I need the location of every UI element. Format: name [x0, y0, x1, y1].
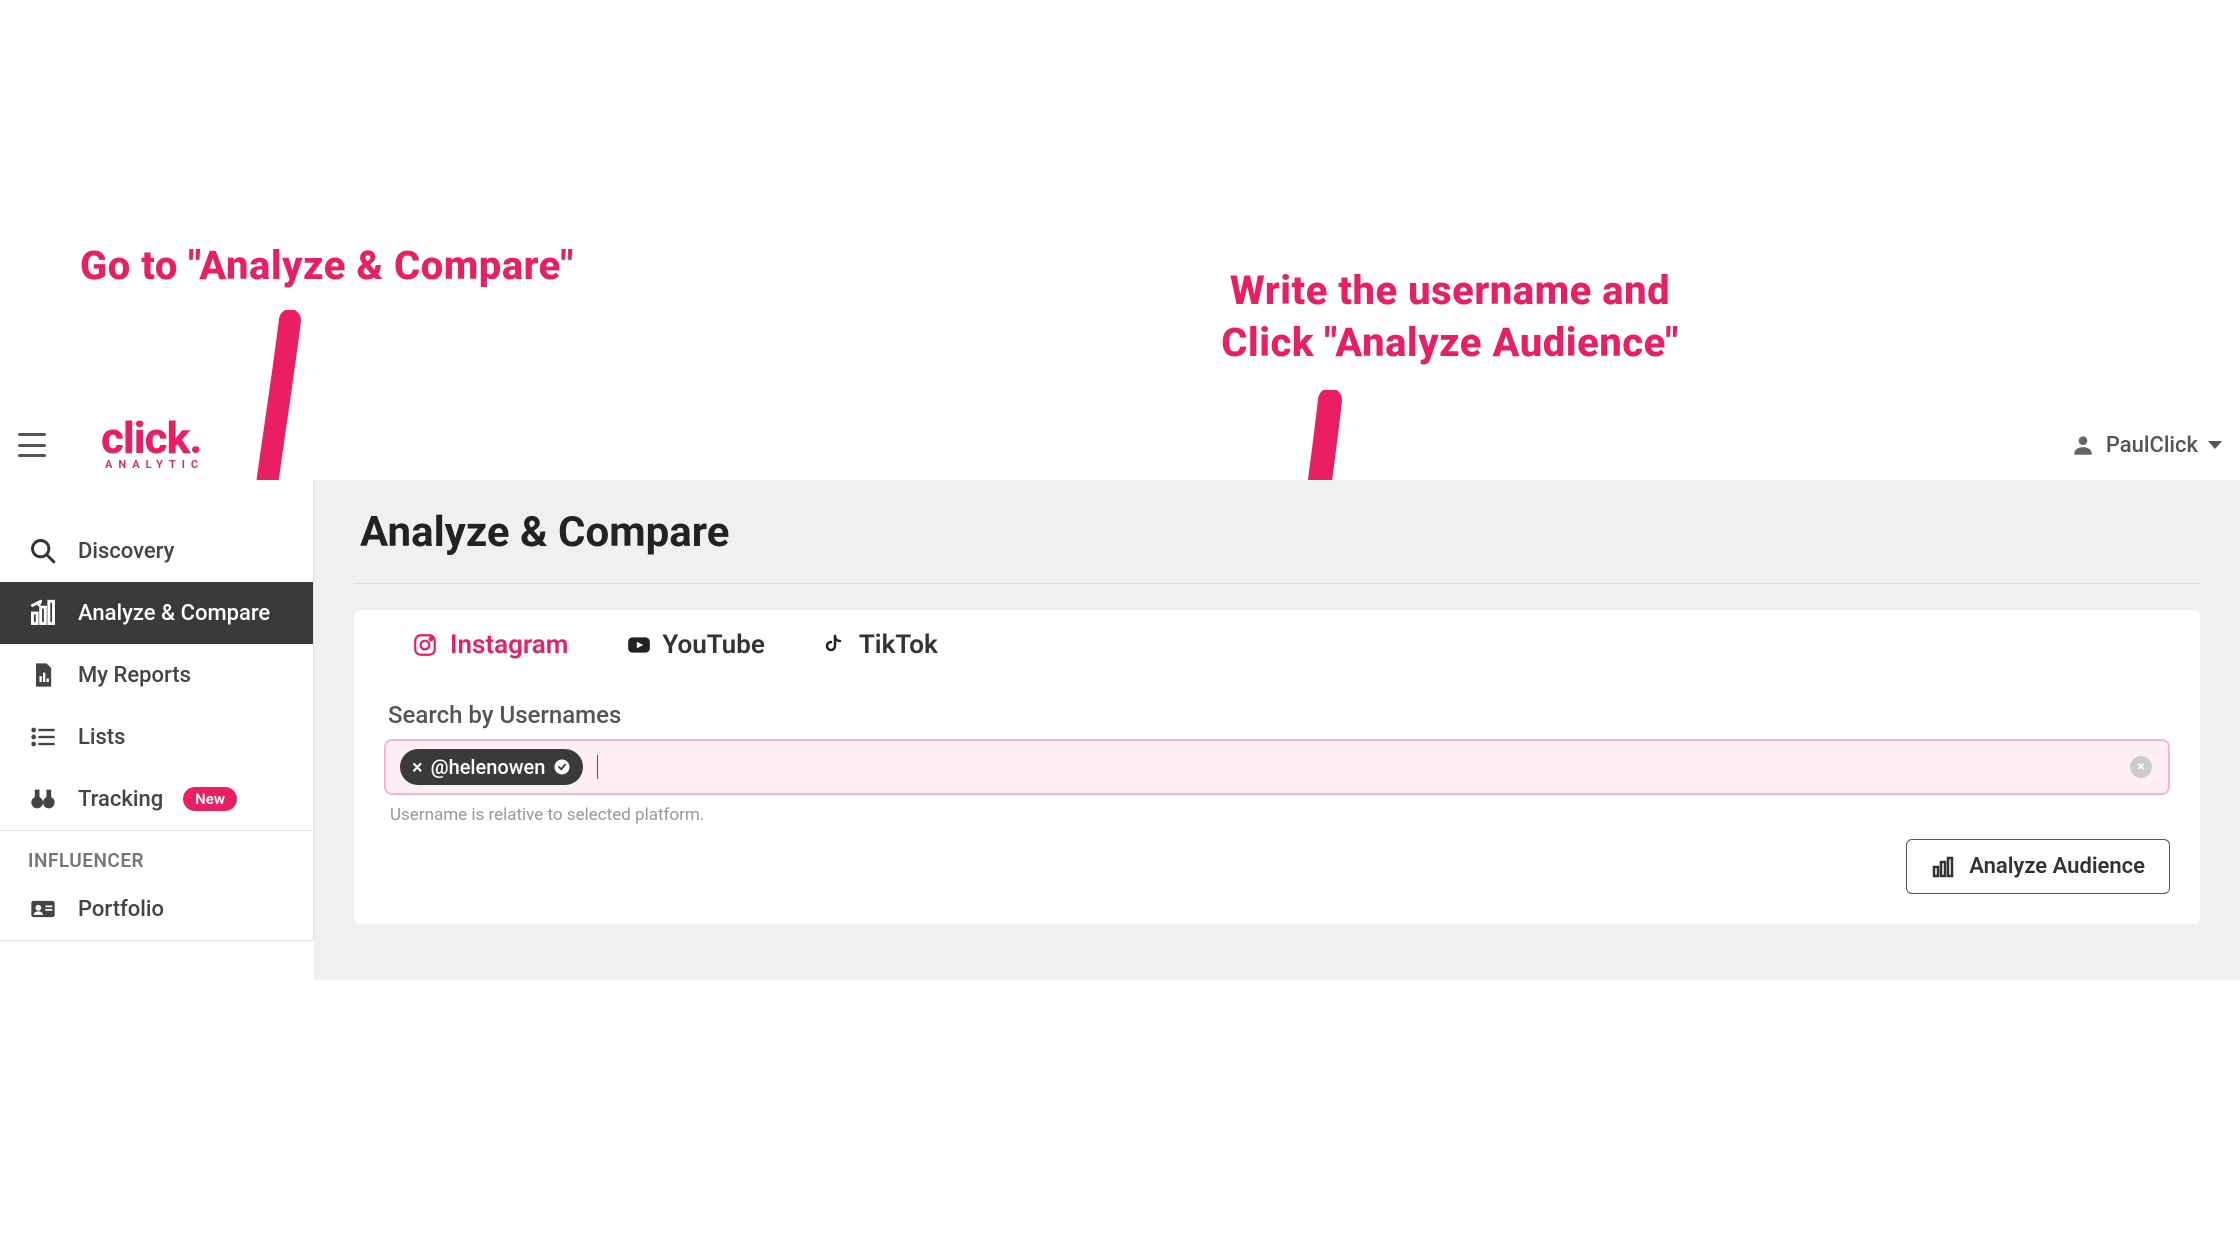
sidebar: Discovery Analyze & Compare My Reports L…: [0, 480, 314, 941]
page-title: Analyze & Compare: [354, 498, 2200, 584]
tiktok-icon: [821, 632, 847, 658]
user-name: PaulClick: [2106, 433, 2198, 458]
sidebar-item-reports[interactable]: My Reports: [0, 644, 313, 706]
tab-instagram[interactable]: Instagram: [384, 610, 596, 683]
sidebar-item-portfolio[interactable]: Portfolio: [0, 878, 313, 941]
main: Analyze & Compare Instagram YouTube TikT…: [314, 480, 2240, 980]
verified-icon: [553, 758, 571, 776]
instagram-icon: [412, 632, 438, 658]
annotation-right: Write the username and Click "Analyze Au…: [1150, 265, 1750, 369]
search-hint: Username is relative to selected platfor…: [390, 805, 2170, 825]
new-badge: New: [183, 787, 237, 811]
binoculars-icon: [28, 784, 58, 814]
username-chip[interactable]: × @helenowen: [400, 749, 583, 785]
user-icon: [2070, 432, 2096, 458]
chip-remove-icon[interactable]: ×: [412, 755, 423, 779]
topbar: click. ANALYTIC PaulClick: [0, 410, 2240, 480]
tab-label: TikTok: [859, 630, 938, 660]
search-label: Search by Usernames: [388, 701, 2170, 729]
panel: Instagram YouTube TikTok Search by Usern…: [354, 610, 2200, 924]
chart-up-icon: [28, 598, 58, 628]
chart-icon: [1931, 855, 1955, 879]
sidebar-item-lists[interactable]: Lists: [0, 706, 313, 768]
clear-input-icon[interactable]: ×: [2130, 756, 2152, 778]
logo-sub: ANALYTIC: [105, 458, 204, 471]
analyze-label: Analyze Audience: [1969, 854, 2145, 879]
sidebar-item-analyze-compare[interactable]: Analyze & Compare: [0, 582, 313, 644]
sidebar-item-tracking[interactable]: Tracking New: [0, 768, 313, 831]
sidebar-section-influencer: INFLUENCER: [0, 831, 313, 878]
id-card-icon: [28, 894, 58, 924]
caret-down-icon: [2208, 441, 2222, 449]
hamburger-icon[interactable]: [18, 433, 46, 457]
youtube-icon: [624, 632, 650, 658]
sidebar-item-discovery[interactable]: Discovery: [0, 520, 313, 582]
analyze-audience-button[interactable]: Analyze Audience: [1906, 839, 2170, 894]
annotation-right-line1: Write the username and: [1150, 265, 1750, 317]
logo[interactable]: click. ANALYTIC: [101, 419, 204, 472]
text-cursor: [597, 755, 598, 779]
sidebar-label: Analyze & Compare: [78, 601, 270, 626]
tab-label: YouTube: [662, 630, 765, 660]
tabs: Instagram YouTube TikTok: [384, 610, 2170, 683]
tab-youtube[interactable]: YouTube: [596, 610, 793, 683]
sidebar-label: My Reports: [78, 663, 191, 688]
annotation-left: Go to "Analyze & Compare": [80, 240, 574, 292]
logo-main: click.: [101, 419, 201, 459]
tab-tiktok[interactable]: TikTok: [793, 610, 966, 683]
sidebar-label: Tracking: [78, 787, 163, 812]
sidebar-label: Portfolio: [78, 897, 164, 922]
user-menu[interactable]: PaulClick: [2070, 432, 2222, 458]
document-chart-icon: [28, 660, 58, 690]
search-input[interactable]: × @helenowen ×: [384, 739, 2170, 795]
annotation-right-line2: Click "Analyze Audience": [1150, 317, 1750, 369]
list-icon: [28, 722, 58, 752]
sidebar-label: Discovery: [78, 539, 174, 564]
chip-text: @helenowen: [431, 755, 546, 779]
tab-label: Instagram: [450, 630, 568, 660]
search-icon: [28, 536, 58, 566]
sidebar-label: Lists: [78, 725, 125, 750]
